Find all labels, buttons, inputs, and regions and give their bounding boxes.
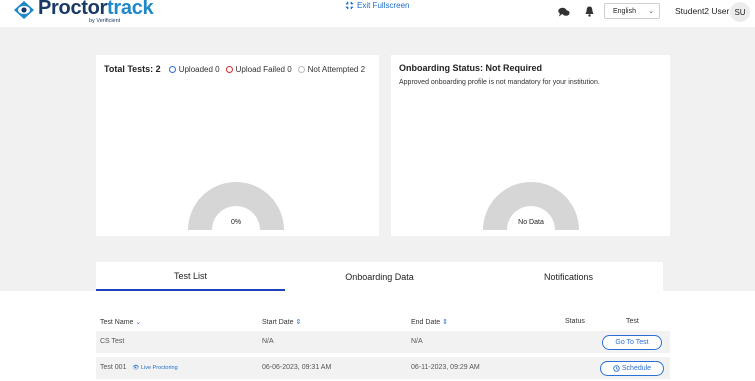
avatar[interactable]: SU xyxy=(730,2,750,22)
column-header-start-date[interactable]: Start Date ⇕ xyxy=(262,318,301,326)
go-to-test-button[interactable]: Go To Test xyxy=(602,335,662,350)
tab-onboarding-data[interactable]: Onboarding Data xyxy=(285,262,474,291)
not-attempted-circle-icon xyxy=(297,65,305,73)
start-date-cell: N/A xyxy=(262,338,274,345)
language-select-value: English xyxy=(613,7,636,15)
table-row: Test 001 👁 Live Proctoring 06-06-2023, 0… xyxy=(96,357,670,379)
onboarding-gauge-value: No Data xyxy=(518,219,544,226)
schedule-label: Schedule xyxy=(621,365,652,372)
legend-not-attempted-label: Not Attempted 2 xyxy=(307,64,366,74)
bell-icon[interactable] xyxy=(585,6,594,17)
column-header-end-date[interactable]: End Date ⇕ xyxy=(411,318,448,326)
exit-fullscreen-button[interactable]: Exit Fullscreen xyxy=(345,1,409,10)
legend-uploaded-label: Uploaded 0 xyxy=(178,64,220,74)
test-name-text: Test 001 xyxy=(100,364,127,371)
start-date-cell: 06-06-2023, 09:31 AM xyxy=(262,364,332,371)
eye-logo-icon xyxy=(14,1,34,19)
end-date-cell: N/A xyxy=(411,338,423,345)
tests-gauge-value: 0% xyxy=(230,219,242,226)
column-header-test-name[interactable]: Test Name ⌄ xyxy=(100,318,141,326)
tests-gauge: 0% xyxy=(186,178,286,232)
tab-notifications[interactable]: Notifications xyxy=(474,262,663,291)
total-tests-label: Total Tests: 2 xyxy=(104,64,161,74)
tab-bar: Test List Onboarding Data Notifications xyxy=(96,262,663,291)
column-header-test: Test xyxy=(626,318,639,325)
legend-upload-failed-label: Upload Failed 0 xyxy=(235,64,292,74)
exit-fullscreen-icon xyxy=(345,1,354,10)
logo-text: Proctortrack xyxy=(38,0,154,19)
end-date-cell: 06-11-2023, 09:29 AM xyxy=(411,364,480,371)
logo-subtitle: by Verificient xyxy=(89,18,121,24)
onboarding-status-description: Approved onboarding profile is not manda… xyxy=(399,79,600,86)
eye-icon: 👁 xyxy=(132,365,140,371)
test-name-cell: Test 001 👁 Live Proctoring xyxy=(100,364,178,371)
user-name[interactable]: Student2 User xyxy=(675,6,729,16)
table-row: CS Test N/A N/A Go To Test xyxy=(96,331,670,353)
top-bar: Proctortrack by Verificient Exit Fullscr… xyxy=(0,0,755,27)
schedule-button[interactable]: Schedule xyxy=(600,361,664,376)
sort-down-icon: ⌄ xyxy=(135,319,142,326)
live-proctoring-badge: 👁 Live Proctoring xyxy=(132,365,177,371)
test-summary-card: Total Tests: 2 Uploaded 0 Upload Failed … xyxy=(96,55,379,236)
column-header-start-date-label: Start Date xyxy=(262,319,294,326)
chevron-down-icon: ⌄ xyxy=(648,8,654,15)
uploaded-circle-icon xyxy=(168,65,176,73)
column-header-test-name-label: Test Name xyxy=(100,319,134,326)
onboarding-status-card: Onboarding Status: Not Required Approved… xyxy=(391,55,670,236)
language-select[interactable]: English ⌄ xyxy=(604,3,660,19)
sort-icon: ⇕ xyxy=(295,319,302,326)
legend-upload-failed: Upload Failed 0 xyxy=(225,64,292,74)
sort-icon: ⇕ xyxy=(442,319,449,326)
onboarding-status-title: Onboarding Status: Not Required xyxy=(399,63,542,73)
column-header-status: Status xyxy=(565,318,585,325)
legend-not-attempted: Not Attempted 2 xyxy=(297,64,366,74)
go-to-test-label: Go To Test xyxy=(615,339,649,346)
test-summary-header: Total Tests: 2 Uploaded 0 Upload Failed … xyxy=(104,64,371,74)
legend-uploaded: Uploaded 0 xyxy=(168,64,220,74)
clock-icon xyxy=(613,365,620,372)
exit-fullscreen-label: Exit Fullscreen xyxy=(357,1,410,10)
tab-test-list[interactable]: Test List xyxy=(96,262,285,291)
onboarding-gauge: No Data xyxy=(481,178,581,232)
test-name-cell: CS Test xyxy=(100,338,125,345)
upload-failed-circle-icon xyxy=(225,65,233,73)
chat-icon[interactable] xyxy=(558,7,570,17)
column-header-end-date-label: End Date xyxy=(411,319,441,326)
live-proctoring-label: Live Proctoring xyxy=(140,365,178,371)
